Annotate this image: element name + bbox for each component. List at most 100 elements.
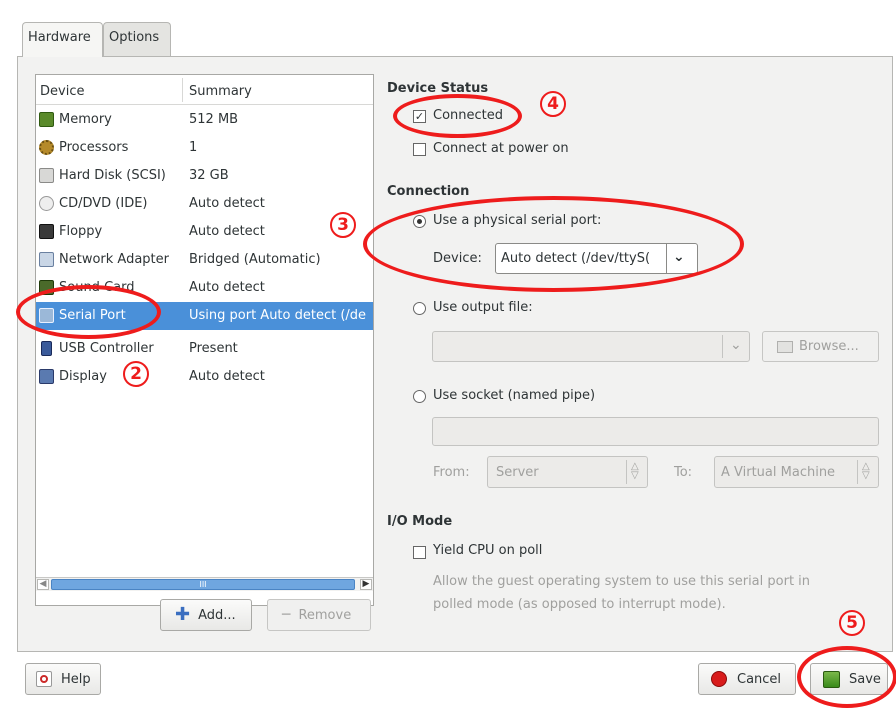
device-row-hard-disk[interactable]: Hard Disk (SCSI) 32 GB [36, 162, 373, 190]
remove-button[interactable]: ─ Remove [267, 599, 371, 631]
device-name: CD/DVD (IDE) [59, 196, 148, 211]
device-name: Sound Card [59, 280, 135, 295]
output-file-combobox[interactable]: ⌄ [432, 331, 750, 362]
scrollbar-thumb[interactable]: III [51, 579, 355, 590]
from-combobox-value: Server [496, 465, 539, 480]
browse-button-label: Browse... [799, 339, 859, 354]
scroll-left-arrow-icon[interactable]: ◀ [37, 579, 49, 590]
save-button[interactable]: Save [810, 663, 888, 695]
chevron-down-icon[interactable]: ⌄ [730, 337, 742, 353]
device-summary: Bridged (Automatic) [189, 252, 321, 267]
annotation-number-2: 2 [123, 361, 149, 387]
annotation-number-5: 5 [839, 610, 865, 636]
yield-cpu-description-line2: polled mode (as opposed to interrupt mod… [433, 597, 726, 612]
device-row-memory[interactable]: Memory 512 MB [36, 106, 373, 134]
output-file-radio[interactable] [413, 302, 426, 315]
to-label: To: [674, 465, 693, 480]
device-summary: Auto detect [189, 196, 265, 211]
combobox-separator [626, 460, 627, 484]
help-button[interactable]: Help [25, 663, 101, 695]
help-icon [36, 671, 52, 687]
to-combobox-value: A Virtual Machine [721, 465, 836, 480]
save-button-label: Save [849, 671, 881, 687]
sound-card-icon [39, 280, 54, 295]
serial-port-icon [39, 308, 54, 323]
from-combobox[interactable]: Server △ ▽ [487, 456, 648, 488]
device-row-processors[interactable]: Processors 1 [36, 134, 373, 162]
device-name: Network Adapter [59, 252, 169, 267]
floppy-icon [39, 224, 54, 239]
device-summary: Auto detect [189, 369, 265, 384]
device-name: Floppy [59, 224, 103, 239]
annotation-number-3: 3 [330, 212, 356, 238]
device-summary: Auto detect [189, 280, 265, 295]
named-pipe-socket-label[interactable]: Use socket (named pipe) [433, 388, 595, 403]
device-name: USB Controller [59, 341, 154, 356]
device-name: Hard Disk (SCSI) [59, 168, 166, 183]
minus-icon: ─ [282, 607, 291, 623]
io-mode-heading: I/O Mode [387, 514, 453, 529]
horizontal-scrollbar[interactable]: ◀ III ▶ [36, 577, 373, 591]
device-row-floppy[interactable]: Floppy Auto detect [36, 218, 373, 246]
device-row-serial-port[interactable]: Serial Port Using port Auto detect (/de [36, 302, 373, 330]
add-button-label: Add... [198, 607, 236, 623]
tab-options[interactable]: Options [103, 22, 171, 56]
yield-cpu-label[interactable]: Yield CPU on poll [433, 543, 542, 558]
browse-button[interactable]: Browse... [762, 331, 879, 362]
to-combobox[interactable]: A Virtual Machine △ ▽ [714, 456, 879, 488]
cancel-button-label: Cancel [737, 671, 782, 687]
connected-label[interactable]: Connected [433, 108, 503, 123]
device-name: Processors [59, 140, 129, 155]
device-summary: Using port Auto detect (/de [189, 308, 367, 323]
connected-checkbox[interactable]: ✓ [413, 110, 426, 123]
combobox-separator [857, 460, 858, 484]
combobox-separator [722, 335, 723, 358]
folder-icon [777, 340, 793, 353]
yield-cpu-checkbox[interactable] [413, 546, 426, 559]
device-row-cd-dvd[interactable]: CD/DVD (IDE) Auto detect [36, 190, 373, 218]
device-row-display[interactable]: Display Auto detect [36, 363, 373, 391]
device-combobox[interactable]: Auto detect (/dev/ttyS( ⌄ [495, 243, 698, 274]
physical-serial-port-label[interactable]: Use a physical serial port: [433, 213, 601, 228]
device-summary: Auto detect [189, 224, 265, 239]
device-name: Serial Port [59, 308, 126, 323]
display-icon [39, 369, 54, 384]
device-list-header: Device Summary [36, 75, 373, 105]
output-file-label[interactable]: Use output file: [433, 300, 533, 315]
up-down-arrows-icon[interactable]: △ ▽ [631, 462, 639, 481]
network-adapter-icon [39, 252, 54, 267]
device-row-usb-controller[interactable]: USB Controller Present [36, 335, 373, 363]
connection-heading: Connection [387, 184, 470, 199]
device-row-sound-card[interactable]: Sound Card Auto detect [36, 274, 373, 302]
memory-icon [39, 112, 54, 127]
device-summary: Present [189, 341, 238, 356]
cancel-button[interactable]: Cancel [698, 663, 796, 695]
device-row-network-adapter[interactable]: Network Adapter Bridged (Automatic) [36, 246, 373, 274]
device-summary: 1 [189, 140, 198, 155]
physical-serial-port-radio[interactable] [413, 215, 426, 228]
socket-path-input[interactable] [432, 417, 879, 446]
connect-at-power-on-label[interactable]: Connect at power on [433, 141, 569, 156]
scroll-right-arrow-icon[interactable]: ▶ [360, 579, 372, 590]
save-icon [823, 670, 840, 688]
device-status-heading: Device Status [387, 81, 489, 96]
add-button[interactable]: ✚ Add... [160, 599, 252, 631]
device-list[interactable]: Device Summary Memory 512 MB Processors … [35, 74, 374, 606]
column-header-device[interactable]: Device [40, 84, 84, 99]
up-down-arrows-icon[interactable]: △ ▽ [862, 462, 870, 481]
usb-icon [41, 341, 52, 356]
column-separator [182, 78, 183, 102]
combobox-separator [666, 244, 667, 273]
hard-disk-icon [39, 168, 54, 183]
named-pipe-socket-radio[interactable] [413, 390, 426, 403]
column-header-summary[interactable]: Summary [189, 84, 252, 99]
chevron-down-icon[interactable]: ⌄ [673, 249, 685, 265]
processor-icon [39, 140, 54, 155]
cd-dvd-icon [39, 196, 54, 211]
annotation-number-4: 4 [540, 91, 566, 117]
connect-at-power-on-checkbox[interactable] [413, 143, 426, 156]
tab-hardware[interactable]: Hardware [22, 22, 103, 57]
device-name: Display [59, 369, 107, 384]
yield-cpu-description-line1: Allow the guest operating system to use … [433, 574, 811, 589]
device-name: Memory [59, 112, 112, 127]
